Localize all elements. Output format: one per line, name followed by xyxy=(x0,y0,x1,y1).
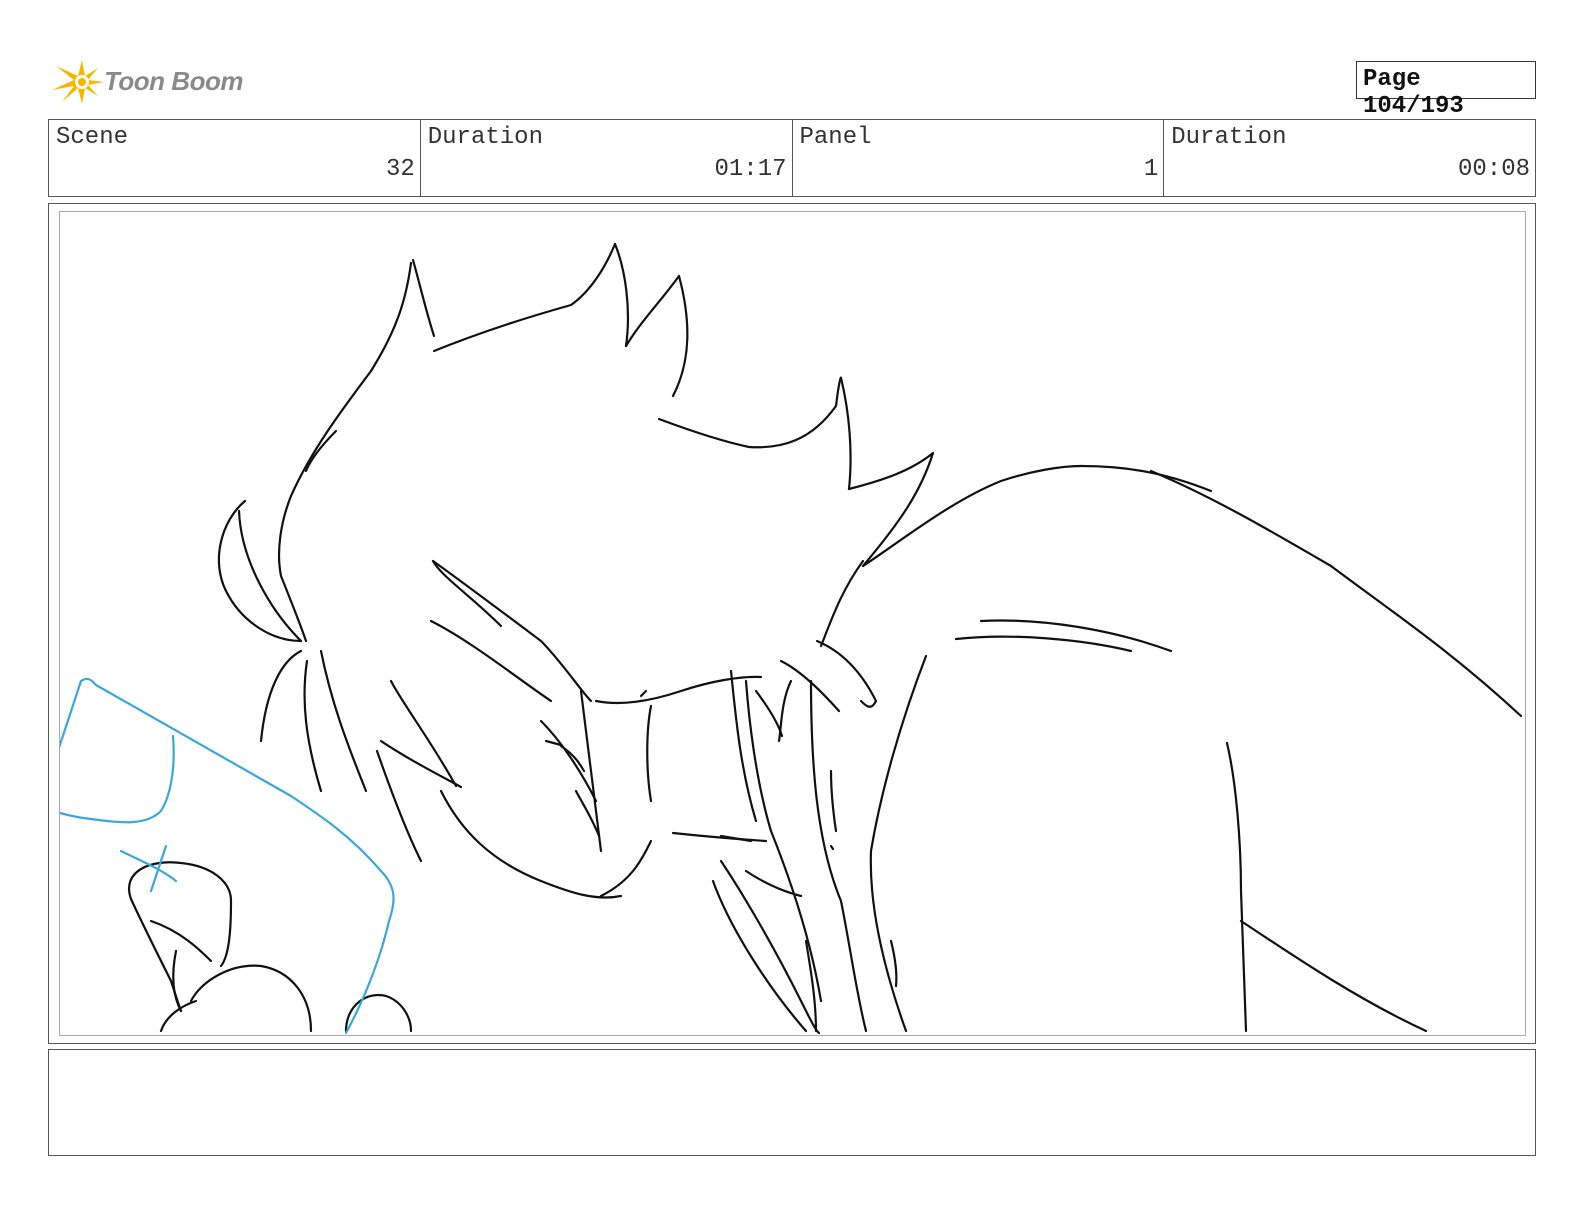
scene-cell: Scene 32 xyxy=(49,120,421,196)
panel-duration-value: 00:08 xyxy=(1457,156,1530,183)
panel-info-header: Scene 32 Duration 01:17 Panel 1 Duration… xyxy=(48,119,1536,197)
scene-duration-cell: Duration 01:17 xyxy=(421,120,793,196)
panel-value: 1 xyxy=(1143,156,1159,183)
panel-cell: Panel 1 xyxy=(793,120,1165,196)
caption-box xyxy=(48,1049,1536,1156)
scene-duration-label: Duration xyxy=(427,124,543,151)
page-number: Page 104/193 xyxy=(1363,66,1464,120)
scene-label: Scene xyxy=(56,124,129,151)
scene-duration-value: 01:17 xyxy=(714,156,787,183)
storyboard-sketch xyxy=(60,242,1523,1035)
sun-burst-logo-icon xyxy=(52,60,104,104)
page-number-box: Page 104/193 xyxy=(1356,61,1536,120)
logo-text: Toon Boom xyxy=(104,66,243,96)
panel-duration-cell: Duration 00:08 xyxy=(1164,120,1535,196)
scene-value: 32 xyxy=(385,156,415,183)
panel-duration-label: Duration xyxy=(1171,124,1287,151)
toon-boom-logo: Toon Boom xyxy=(52,56,252,108)
panel-image xyxy=(59,211,1526,1036)
panel-label: Panel xyxy=(799,124,872,151)
